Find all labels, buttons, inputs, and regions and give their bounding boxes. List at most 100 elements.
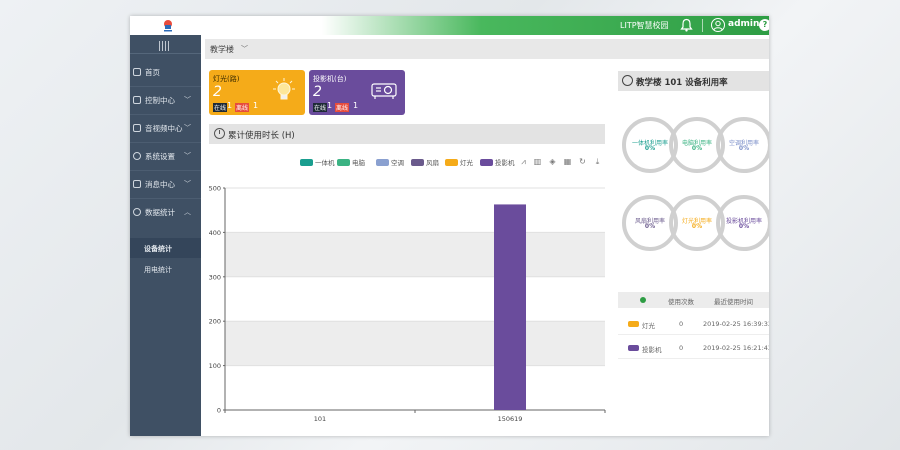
legend-swatch xyxy=(480,159,493,166)
legend-item[interactable]: 空调 xyxy=(376,157,404,167)
pie-chart-icon xyxy=(622,75,633,86)
sidebar-item-stats[interactable]: 数据统计 ︿ xyxy=(130,199,201,226)
y-tick-label: 300 xyxy=(209,273,221,281)
app-window: LITP智慧校园 admin ? 首页 控制中心 ﹀ 音视频中心 ﹀ 系统设置 … xyxy=(130,16,769,436)
refresh-icon[interactable]: ↻ xyxy=(578,157,587,166)
use-count: 0 xyxy=(679,320,684,328)
utilization-ring: 投影机利用率 0% xyxy=(716,195,769,251)
sidebar-subitem-device-stats[interactable]: 设备统计 xyxy=(130,238,201,258)
sidebar-item-home[interactable]: 首页 xyxy=(130,59,201,86)
bar-chart-icon[interactable]: ▥ xyxy=(533,157,542,166)
last-used-time: 2019-02-25 16:39:33 xyxy=(703,320,769,328)
username[interactable]: admin xyxy=(728,19,759,29)
ring-value: 0% xyxy=(644,145,656,152)
online-badge: 在线 xyxy=(313,103,328,112)
x-tick-label: 101 xyxy=(314,415,326,423)
card-title: 灯光(路) xyxy=(213,75,240,83)
legend-item[interactable]: 电脑 xyxy=(337,157,365,167)
card-title: 投影机(台) xyxy=(313,75,347,83)
legend-label: 风扇 xyxy=(426,159,439,167)
utilization-panel-title: 教学楼 101 设备利用率 xyxy=(636,78,728,88)
lightbulb-icon xyxy=(273,78,295,100)
stats-icon xyxy=(133,208,141,216)
sidebar-item-av[interactable]: 音视频中心 ﹀ xyxy=(130,115,201,142)
legend-label: 电脑 xyxy=(352,159,365,167)
building-selector[interactable]: 教学楼 ﹀ xyxy=(205,39,769,59)
line-chart-icon[interactable]: ⩘ xyxy=(519,157,528,166)
ring-value: 0% xyxy=(644,223,656,230)
chevron-down-icon: ﹀ xyxy=(241,45,248,53)
avatar-icon[interactable] xyxy=(711,18,725,32)
chevron-down-icon: ﹀ xyxy=(184,180,191,188)
chevron-down-icon: ﹀ xyxy=(184,152,191,160)
sidebar-item-messages[interactable]: 消息中心 ﹀ xyxy=(130,171,201,198)
ring-value: 0% xyxy=(691,223,703,230)
y-tick-label: 100 xyxy=(209,362,221,370)
offline-badge: 离线 xyxy=(235,103,250,112)
legend-swatch xyxy=(300,159,313,166)
offline-badge: 离线 xyxy=(335,103,350,112)
use-count: 0 xyxy=(679,344,684,352)
sidebar-subitem-power-stats[interactable]: 用电统计 xyxy=(130,259,201,279)
sidebar-subitem-label: 设备统计 xyxy=(144,245,172,253)
x-tick-label: 150619 xyxy=(498,415,523,423)
legend-item[interactable]: 风扇 xyxy=(411,157,439,167)
light-summary-card[interactable]: 灯光(路) 2 在线 1 离线 1 xyxy=(209,70,305,115)
usage-bar-chart: 0 100 200 300 400 500 101 150619 xyxy=(209,185,606,423)
sidebar-item-label: 系统设置 xyxy=(145,152,175,161)
y-tick-label: 400 xyxy=(209,229,221,237)
online-count: 1 xyxy=(227,101,233,110)
legend-label: 空调 xyxy=(391,159,404,167)
chevron-up-icon: ︿ xyxy=(184,208,191,216)
sidebar-item-label: 数据统计 xyxy=(145,208,175,217)
sidebar-item-settings[interactable]: 系统设置 ﹀ xyxy=(130,143,201,170)
settings-icon xyxy=(133,152,141,160)
chevron-down-icon: ﹀ xyxy=(184,124,191,132)
clock-icon xyxy=(214,128,225,139)
legend-item[interactable]: 投影机 xyxy=(480,157,515,167)
table-row: 灯光 0 2019-02-25 16:39:33 xyxy=(618,318,769,332)
data-view-icon[interactable]: ▦ xyxy=(563,157,572,166)
projector-icon xyxy=(371,83,397,99)
legend-swatch xyxy=(411,159,424,166)
logo-icon xyxy=(164,20,172,32)
legend-swatch xyxy=(337,159,350,166)
y-tick-label: 200 xyxy=(209,318,221,326)
y-tick-label: 0 xyxy=(217,407,221,415)
home-icon xyxy=(133,68,141,76)
row-swatch xyxy=(628,321,639,327)
sidebar-item-control[interactable]: 控制中心 ﹀ xyxy=(130,87,201,114)
legend-label: 灯光 xyxy=(460,159,473,167)
device-table-header: 使用次数 最近使用时间 xyxy=(618,292,769,308)
sidebar-toggle[interactable] xyxy=(130,38,201,54)
projector-summary-card[interactable]: 投影机(台) 2 在线 1 离线 1 xyxy=(309,70,405,115)
device-name: 投影机 xyxy=(642,346,662,354)
building-name: 教学楼 xyxy=(210,45,234,54)
online-badge: 在线 xyxy=(213,103,228,112)
legend-swatch xyxy=(445,159,458,166)
legend-item[interactable]: 灯光 xyxy=(445,157,473,167)
bell-icon[interactable] xyxy=(680,18,693,32)
ring-value: 0% xyxy=(738,145,750,152)
sidebar-subitem-label: 用电统计 xyxy=(144,266,172,274)
legend-item[interactable]: 一体机 xyxy=(300,157,335,167)
legend-swatch xyxy=(376,159,389,166)
grid-band xyxy=(225,232,605,277)
legend-label: 投影机 xyxy=(495,159,515,167)
chevron-down-icon: ﹀ xyxy=(184,96,191,104)
usage-panel-header: 累计使用时长 (H) xyxy=(209,124,605,144)
stack-icon[interactable]: ◈ xyxy=(548,157,557,166)
sidebar-item-label: 首页 xyxy=(145,68,160,77)
sidebar: 首页 控制中心 ﹀ 音视频中心 ﹀ 系统设置 ﹀ 消息中心 ﹀ 数据统计 ︿ 设… xyxy=(130,35,201,436)
last-used-time: 2019-02-25 16:21:43 xyxy=(703,344,769,352)
download-icon[interactable]: ⤓ xyxy=(593,157,602,166)
site-title: LITP智慧校园 xyxy=(620,21,669,30)
video-icon xyxy=(133,124,141,132)
help-icon[interactable]: ? xyxy=(759,19,769,31)
legend-label: 一体机 xyxy=(315,159,335,167)
top-bar: LITP智慧校园 admin ? xyxy=(130,16,769,35)
utilization-panel-header: 教学楼 101 设备利用率 xyxy=(618,71,769,91)
card-count: 2 xyxy=(313,84,322,100)
utilization-ring: 空调利用率 0% xyxy=(716,117,769,173)
grid-band xyxy=(225,321,605,366)
